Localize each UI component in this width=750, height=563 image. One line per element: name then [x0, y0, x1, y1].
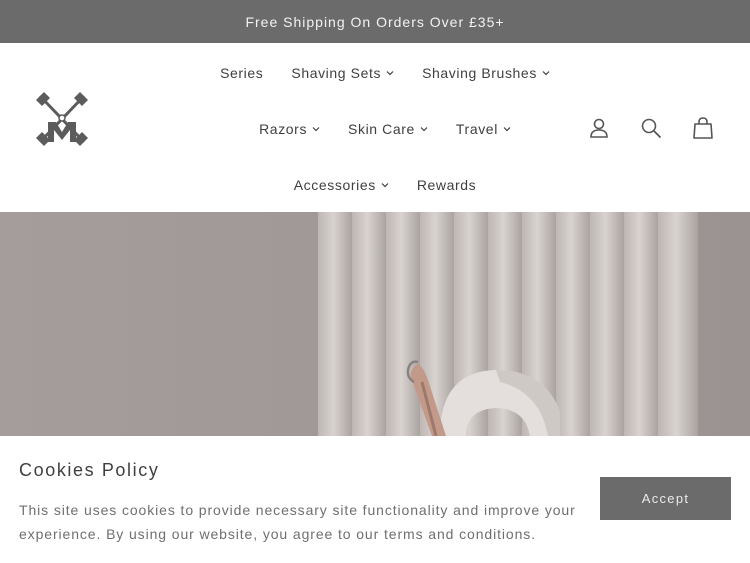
nav-label: Skin Care	[348, 121, 415, 137]
nav-label: Travel	[455, 121, 498, 137]
nav-label: Shaving Sets	[291, 65, 382, 81]
nav-item-travel[interactable]: Travel	[456, 119, 511, 139]
cookie-text: This site uses cookies to provide necess…	[19, 502, 576, 542]
nav-row-1: Series Shaving Sets Shaving Brushes	[10, 63, 750, 83]
accept-cookies-button[interactable]: Accept	[600, 477, 731, 520]
nav-label: Razors	[259, 121, 308, 137]
cart-button[interactable]	[689, 114, 717, 142]
nav-row-3: Accessories Rewards	[10, 175, 750, 195]
nav-label: Rewards	[416, 177, 477, 193]
announcement-text: Free Shipping On Orders Over £35+	[245, 13, 505, 30]
nav-item-shaving-sets[interactable]: Shaving Sets	[291, 63, 394, 83]
nav-item-accessories[interactable]: Accessories	[294, 175, 389, 195]
hero-banner	[0, 212, 750, 436]
chevron-down-icon	[312, 125, 320, 133]
nav-label: Series	[220, 65, 264, 81]
header-icons	[585, 114, 717, 142]
chevron-down-icon	[542, 69, 550, 77]
chevron-down-icon	[381, 181, 389, 189]
search-button[interactable]	[637, 114, 665, 142]
account-icon	[590, 118, 608, 138]
chevron-down-icon	[386, 69, 394, 77]
nav-item-razors[interactable]: Razors	[259, 119, 320, 139]
nav-item-rewards[interactable]: Rewards	[417, 175, 476, 195]
cookie-banner: Cookies Policy This site uses cookies to…	[0, 436, 750, 563]
hero-image	[0, 212, 750, 436]
account-button[interactable]	[585, 114, 613, 142]
nav-label: Shaving Brushes	[422, 65, 537, 81]
chevron-down-icon	[420, 125, 428, 133]
site-header: Series Shaving Sets Shaving Brushes Razo…	[0, 43, 750, 212]
nav-label: Accessories	[293, 177, 376, 193]
announcement-bar: Free Shipping On Orders Over £35+	[0, 0, 750, 43]
cookie-title: Cookies Policy	[19, 460, 160, 480]
nav-item-shaving-brushes[interactable]: Shaving Brushes	[422, 63, 550, 83]
cart-icon	[693, 117, 713, 139]
chevron-down-icon	[503, 125, 511, 133]
search-icon	[641, 118, 662, 139]
nav-item-skin-care[interactable]: Skin Care	[348, 119, 428, 139]
nav-item-series[interactable]: Series	[220, 63, 263, 83]
